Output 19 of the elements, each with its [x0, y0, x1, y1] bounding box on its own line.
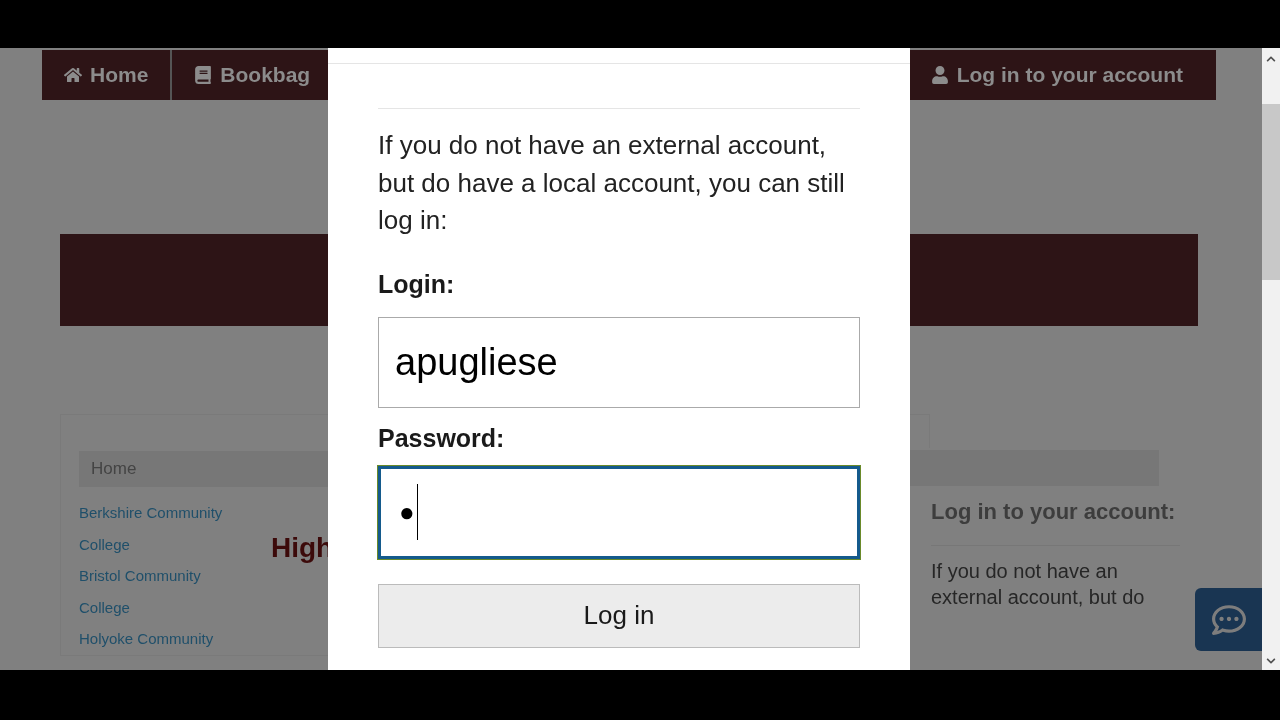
login-label: Login: [378, 268, 456, 300]
nav-link[interactable]: Log in to your account [908, 50, 1216, 100]
login-field[interactable]: apugliese [378, 317, 860, 408]
panel-text: If you do not have an [931, 559, 1119, 584]
chat-icon [1209, 602, 1248, 637]
intro-text: If you do not have an external account, but do have a local account, you can still log in: [378, 129, 846, 237]
nav-link[interactable]: Home [42, 50, 173, 100]
user-icon [930, 66, 949, 84]
login-button[interactable]: Log in [378, 583, 860, 648]
scroll-down-icon[interactable] [1266, 656, 1276, 666]
panel-title: Log in to your account: [931, 498, 1177, 526]
chat-button[interactable] [1195, 588, 1262, 651]
password-label: Password: [378, 423, 506, 454]
password-field[interactable]: ● [378, 465, 860, 559]
panel-text: external account, but do [931, 585, 1146, 610]
scroll-up-icon[interactable] [1266, 54, 1276, 64]
scrollbar-thumb[interactable] [1262, 104, 1280, 280]
home-icon [64, 66, 82, 84]
book-icon [194, 66, 213, 84]
